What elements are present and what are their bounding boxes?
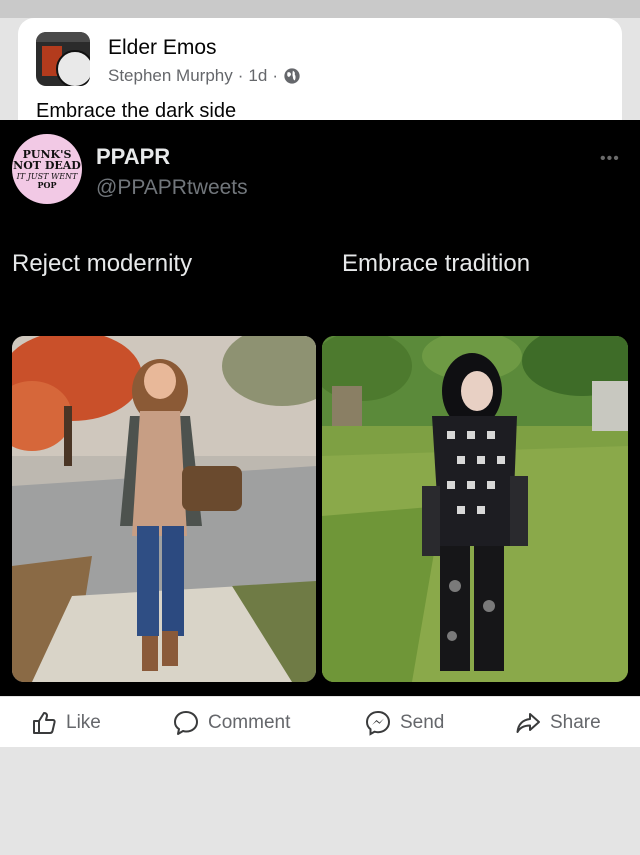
tweet-image[interactable]: PUNK'S NOT DEAD IT JUST WENT POP PPAPR @… [0,120,640,696]
avatar-text-line: PUNK'S [22,147,72,161]
top-strip [0,0,640,18]
avatar-strip [36,32,90,42]
share-arrow-icon [516,713,540,733]
avatar-text-line: NOT DEAD [13,158,81,172]
post-meta: Stephen Murphy · 1d · [108,66,301,86]
avatar-skull [56,50,90,86]
messenger-icon [365,710,391,736]
meta-separator: · [237,66,244,85]
share-label: Share [550,712,601,733]
more-options-icon: ••• [600,150,620,167]
send-label: Send [400,712,445,733]
comment-label: Comment [208,712,291,733]
post-time[interactable]: 1d [248,66,267,86]
post-actions-bar: Like Comment Send Share [0,696,640,747]
group-name[interactable]: Elder Emos [108,36,217,60]
tweet-left-caption: Reject modernity [12,250,193,277]
comment-button[interactable]: Comment [172,709,290,737]
tweet-author-handle: @PPAPRtweets [96,176,248,199]
avatar-text-line: POP [37,179,57,190]
meta-separator: · [272,66,279,85]
group-avatar[interactable] [36,32,90,86]
photo-modern-outfit [12,336,316,682]
like-button[interactable]: Like [30,709,101,737]
tweet-right-caption: Embrace tradition [342,250,531,277]
comment-bubble-icon [174,711,198,735]
globe-icon [284,68,300,84]
thumbs-up-icon [33,712,56,734]
tweet-author-name: PPAPR [96,144,171,169]
author-name[interactable]: Stephen Murphy [108,66,233,86]
like-label: Like [66,712,101,733]
photo-emo-outfit [322,336,628,682]
share-button[interactable]: Share [514,709,601,737]
send-button[interactable]: Send [364,709,444,737]
tweet-avatar[interactable]: PUNK'S NOT DEAD IT JUST WENT POP [12,134,82,204]
